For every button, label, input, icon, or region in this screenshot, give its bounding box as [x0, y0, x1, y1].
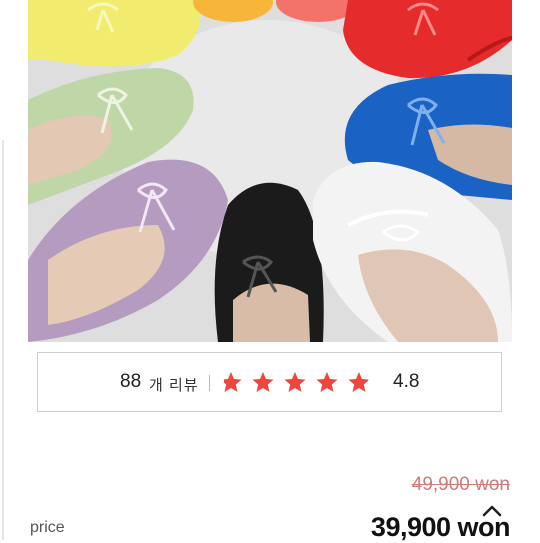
product-image[interactable] [28, 0, 512, 342]
price-label: price [30, 519, 65, 536]
rating-value: 4.8 [393, 371, 420, 392]
black-shoe [214, 182, 324, 342]
scroll-top-button[interactable] [478, 500, 506, 522]
original-price: 49,900 won [411, 474, 510, 495]
star-rating [224, 372, 370, 392]
chevron-up-icon [482, 505, 502, 517]
review-count: 88 [120, 371, 142, 392]
review-label: 개 리뷰 [149, 377, 199, 394]
star-icon-filled [316, 372, 338, 392]
page-edge-line [2, 140, 4, 540]
star-icon-filled [348, 372, 368, 392]
divider [209, 375, 210, 391]
star-icon-filled [284, 372, 306, 392]
star-icon-filled [224, 372, 242, 392]
star-icon-filled [252, 372, 274, 392]
review-summary[interactable]: 88 개 리뷰 4.8 [37, 352, 502, 412]
